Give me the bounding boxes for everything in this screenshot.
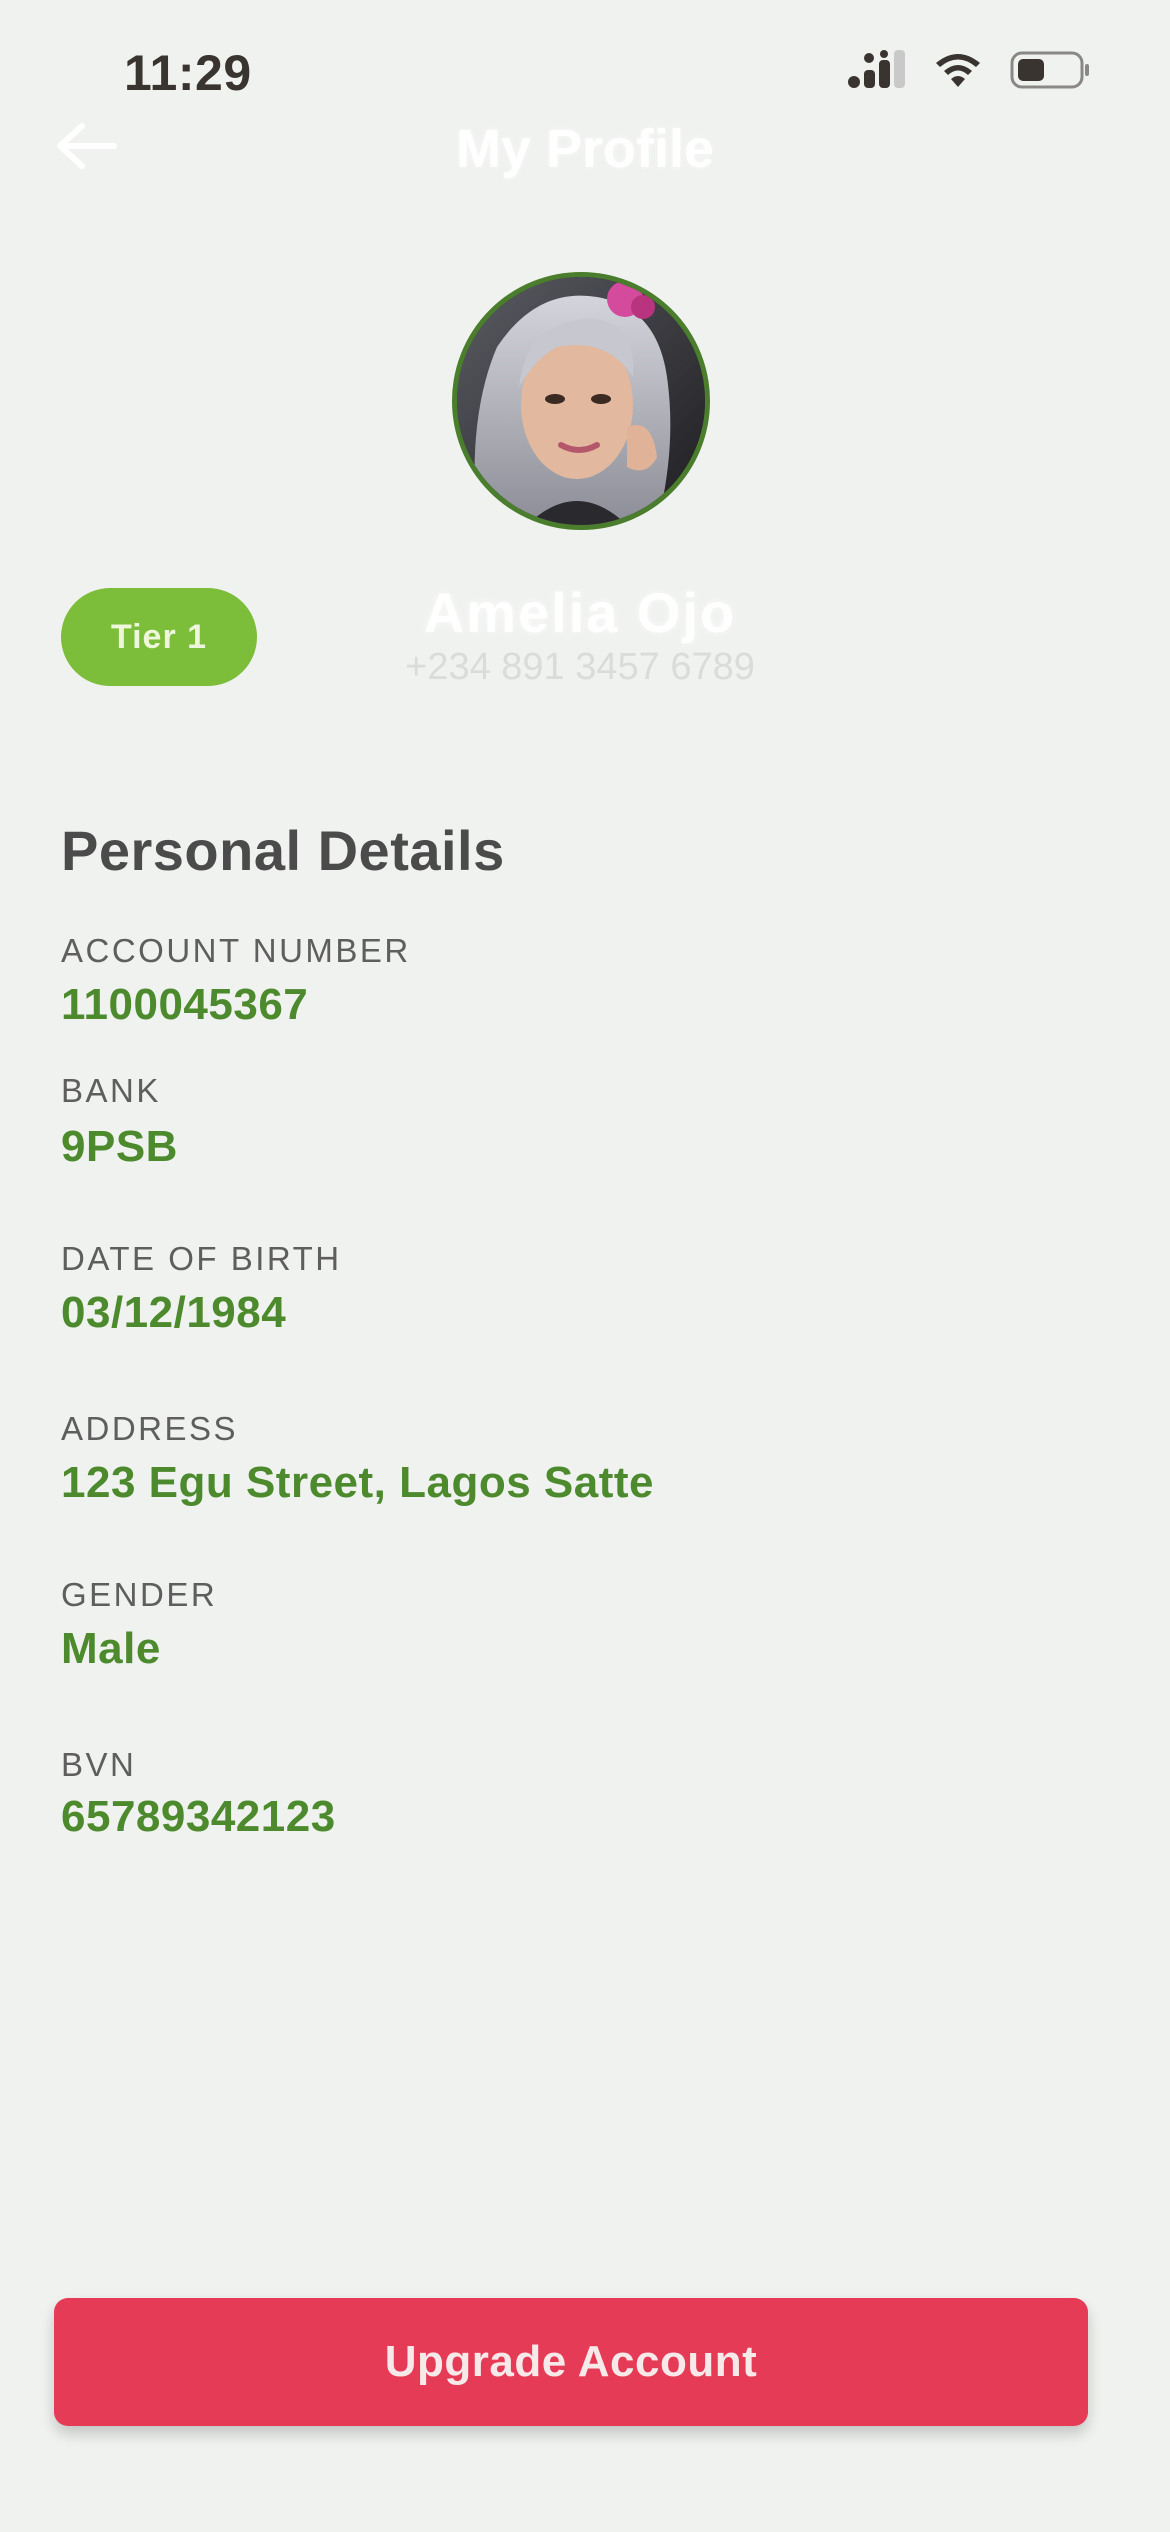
upgrade-account-button[interactable]: Upgrade Account bbox=[54, 2298, 1088, 2426]
status-icons bbox=[848, 50, 1090, 95]
bank-label: BANK bbox=[61, 1072, 161, 1109]
date-of-birth-label: DATE OF BIRTH bbox=[61, 1240, 342, 1277]
address-label: ADDRESS bbox=[61, 1410, 239, 1447]
account-number-label: ACCOUNT NUMBER bbox=[61, 932, 411, 969]
cellular-signal-icon bbox=[848, 50, 906, 95]
bvn-value: 65789342123 bbox=[61, 1792, 336, 1841]
gender-label: GENDER bbox=[61, 1576, 218, 1613]
address-value: 123 Egu Street, Lagos Satte bbox=[61, 1458, 655, 1507]
gender-value: Male bbox=[61, 1624, 161, 1673]
section-title: Personal Details bbox=[61, 819, 505, 882]
status-time: 11:29 bbox=[124, 45, 252, 101]
date-of-birth-value: 03/12/1984 bbox=[61, 1288, 287, 1337]
avatar bbox=[452, 272, 710, 530]
profile-screen: 11:29 My Profile Tier 1 Amelia Ojo +234 … bbox=[0, 0, 1170, 2532]
bank-value: 9PSB bbox=[61, 1122, 178, 1171]
user-name: Amelia Ojo bbox=[423, 581, 737, 644]
battery-icon bbox=[1010, 50, 1090, 95]
account-number-value: 1100045367 bbox=[61, 980, 309, 1029]
user-phone: +234 891 3457 6789 bbox=[405, 646, 755, 688]
page-title: My Profile bbox=[455, 119, 715, 179]
wifi-icon bbox=[932, 51, 984, 94]
bvn-label: BVN bbox=[61, 1746, 137, 1783]
